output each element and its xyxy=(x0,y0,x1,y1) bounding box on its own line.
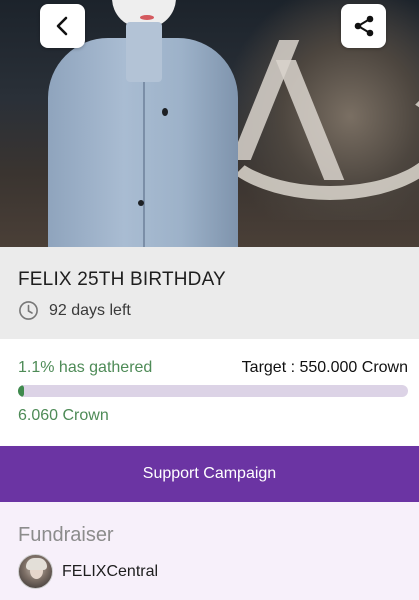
fundraiser-heading: Fundraiser xyxy=(18,524,114,546)
raised-amount: 6.060 Crown xyxy=(18,407,109,424)
hero-jacket-fold xyxy=(143,80,145,247)
share-button[interactable] xyxy=(341,4,386,48)
gathered-percent: 1.1% has gathered xyxy=(18,359,153,376)
fundraiser-name[interactable]: FELIXCentral xyxy=(62,563,158,581)
clock-icon xyxy=(19,301,38,320)
support-campaign-button[interactable]: Support Campaign xyxy=(0,446,419,502)
fundraiser-profile[interactable]: FELIXCentral xyxy=(18,554,158,589)
days-left-row: 92 days left xyxy=(18,300,131,321)
back-button[interactable] xyxy=(40,4,85,48)
fundraiser-section: Fundraiser FELIXCentral xyxy=(0,502,419,600)
campaign-header: FELIX 25TH BIRTHDAY 92 days left xyxy=(0,247,419,339)
target-amount: Target : 550.000 Crown xyxy=(241,359,408,376)
hero-jacket-button xyxy=(138,200,144,206)
hero-jacket-button xyxy=(162,108,168,116)
hero-lips xyxy=(140,15,154,20)
progress-bar xyxy=(18,385,408,397)
campaign-hero-image xyxy=(0,0,419,247)
campaign-title: FELIX 25TH BIRTHDAY xyxy=(18,269,226,290)
hero-collar xyxy=(126,22,162,82)
progress-section: 1.1% has gathered Target : 550.000 Crown… xyxy=(0,339,419,445)
days-left-text: 92 days left xyxy=(49,301,131,319)
share-icon xyxy=(354,15,373,37)
avatar[interactable] xyxy=(18,554,53,589)
chevron-left-icon xyxy=(56,16,67,36)
avatar-hair xyxy=(26,558,47,570)
progress-bar-fill xyxy=(18,385,24,397)
